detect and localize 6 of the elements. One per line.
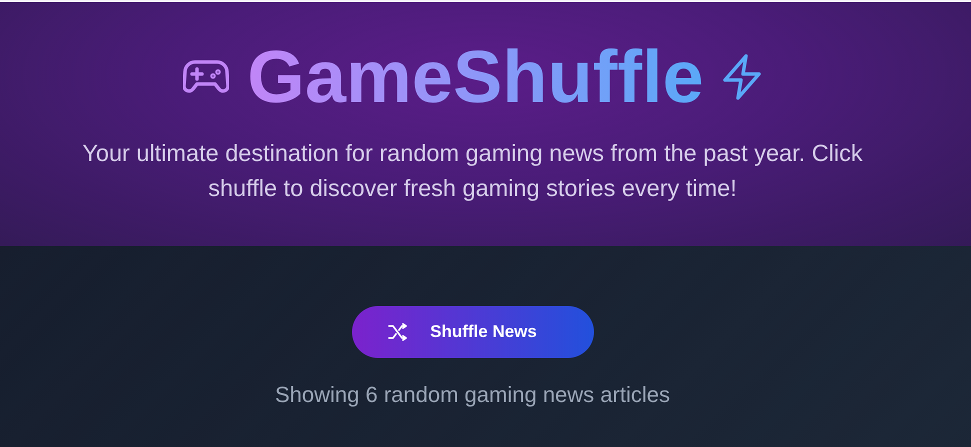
lightning-icon: [722, 54, 762, 100]
status-text: Showing 6 random gaming news articles: [275, 382, 670, 408]
shuffle-button[interactable]: Shuffle News: [352, 306, 594, 358]
shuffle-icon: [388, 323, 408, 341]
gamepad-icon: [183, 58, 230, 95]
tagline: Your ultimate destination for random gaming news from the past year. Click shuffle to discover fresh gaming stories every time!: [81, 138, 864, 203]
